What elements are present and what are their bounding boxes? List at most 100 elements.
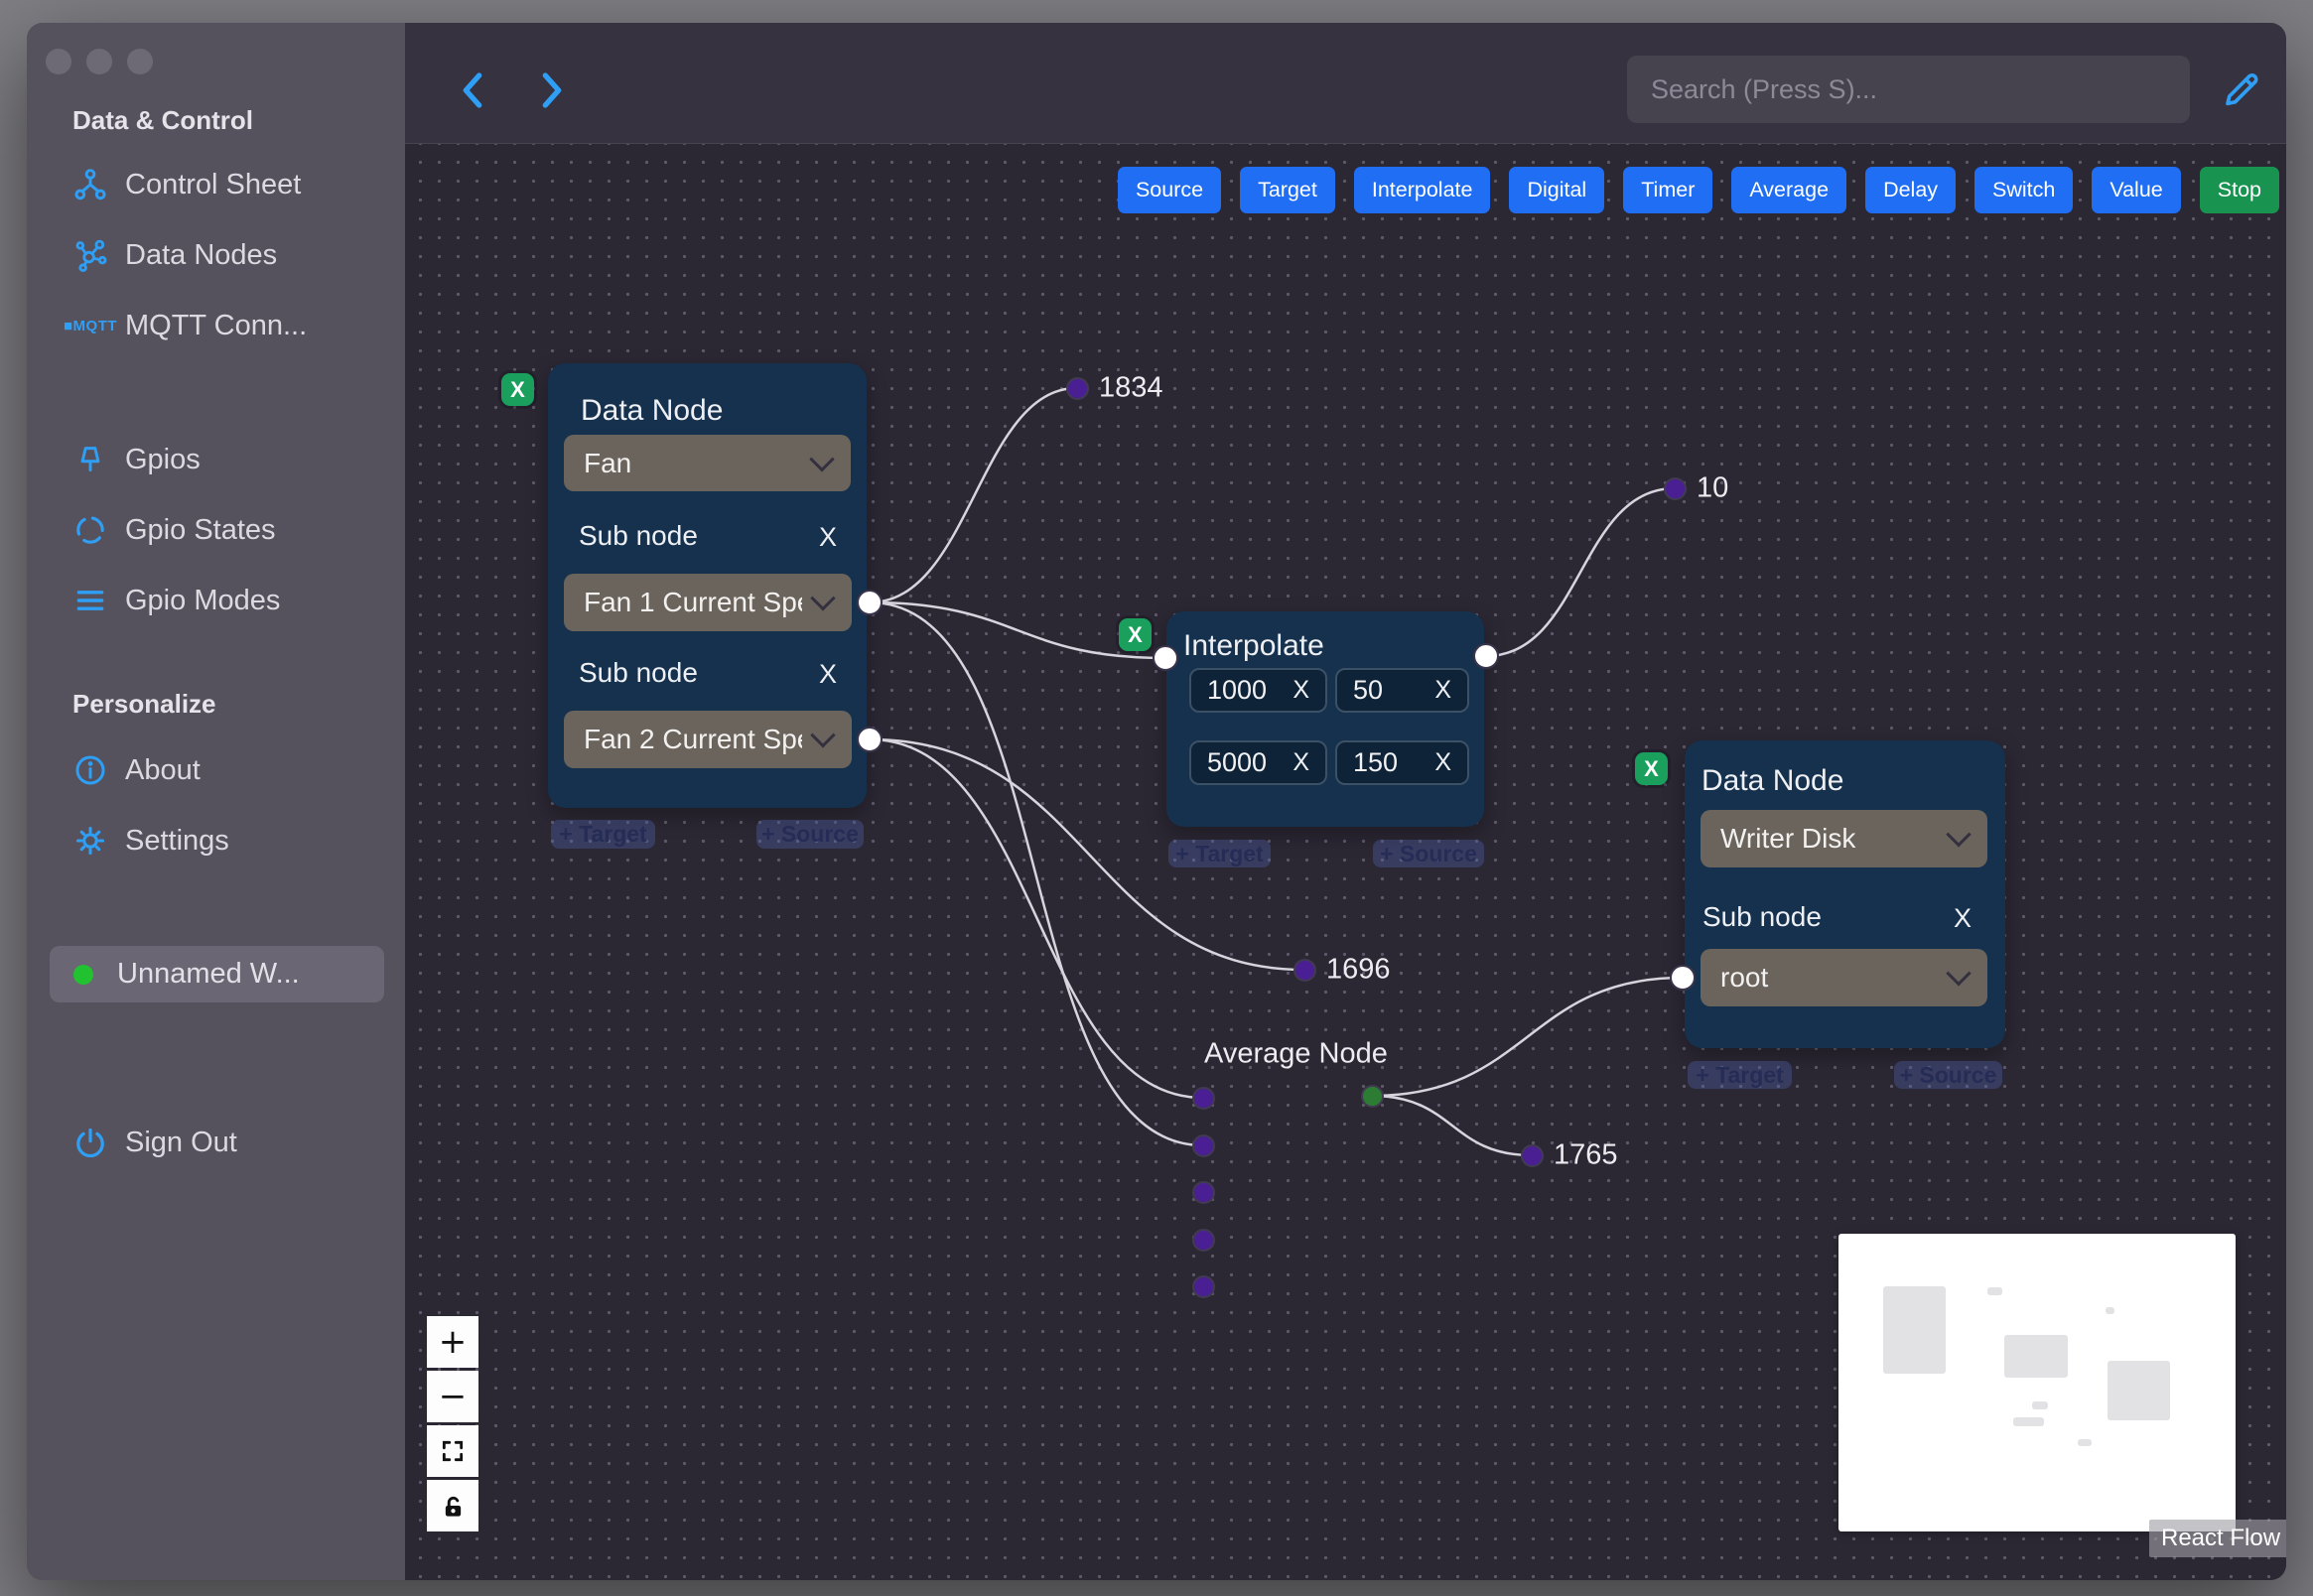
average-target-handle-1[interactable] (1192, 1087, 1215, 1110)
edit-button[interactable] (2218, 66, 2265, 113)
add-target-button[interactable]: + Target (1688, 1061, 1792, 1089)
interpolate-target-handle[interactable] (1153, 645, 1178, 671)
add-target-button[interactable]: + Target (551, 820, 655, 849)
average-target-handle-3[interactable] (1192, 1181, 1215, 1204)
clear-value-button[interactable]: X (1283, 676, 1309, 705)
power-icon (72, 1125, 108, 1160)
search-input[interactable] (1627, 56, 2190, 123)
react-flow-attribution[interactable]: React Flow (2149, 1520, 2286, 1557)
zoom-out-button[interactable]: − (427, 1371, 478, 1422)
flow-canvas[interactable]: Source Target Interpolate Digital Timer … (405, 143, 2286, 1580)
nav-forward-button[interactable] (530, 68, 574, 112)
add-source-button[interactable]: + Source (756, 820, 864, 849)
sub-node-label: Sub node (579, 657, 698, 688)
toolbar-button-stop[interactable]: Stop (2199, 167, 2279, 213)
edge-average-1765[interactable] (1371, 1094, 1533, 1157)
interpolate-input-1[interactable]: 50 X (1335, 668, 1469, 713)
edge-average-root[interactable] (1371, 976, 1684, 1098)
lock-button[interactable] (427, 1480, 478, 1531)
sidebar-item-control-sheet[interactable]: Control Sheet (27, 161, 405, 208)
fan-sub1-dropdown[interactable]: Fan 1 Current Spe (564, 574, 852, 631)
value-label: 1765 (1554, 1138, 1618, 1171)
node-interpolate[interactable]: Interpolate 1000 X 50 X 5000 X 150 X (1166, 611, 1484, 827)
fan-sub2-dropdown[interactable]: Fan 2 Current Spe (564, 711, 852, 768)
average-target-handle-2[interactable] (1192, 1134, 1215, 1157)
delete-node-button[interactable]: X (1119, 618, 1152, 651)
edge-fan1-average[interactable] (869, 600, 1204, 1147)
add-target-button[interactable]: + Target (1168, 840, 1271, 867)
interpolate-input-0[interactable]: 1000 X (1189, 668, 1327, 713)
value-label: 1696 (1326, 953, 1391, 986)
node-data-fan[interactable]: Data Node Fan Sub node X Fan 1 Current S… (548, 363, 867, 808)
average-source-handle[interactable] (1361, 1085, 1384, 1108)
add-source-button[interactable]: + Source (1373, 840, 1484, 867)
zoom-in-button[interactable]: + (427, 1316, 478, 1368)
interpolate-input-3[interactable]: 150 X (1335, 740, 1469, 785)
chevron-down-icon (810, 586, 836, 611)
fit-view-button[interactable] (427, 1425, 478, 1477)
toolbar-button-switch[interactable]: Switch (1974, 167, 2074, 213)
sidebar: Data & Control Control Sheet Data Nodes (27, 23, 405, 1580)
value-handle-1696[interactable] (1293, 959, 1316, 982)
sidebar-item-sign-out[interactable]: Sign Out (27, 1119, 405, 1166)
remove-sub-node-button[interactable]: X (819, 522, 837, 553)
minimap-node-rect (1987, 1287, 2002, 1295)
nav-back-button[interactable] (451, 68, 494, 112)
value-handle-1834[interactable] (1066, 377, 1089, 400)
lines-icon (72, 583, 108, 618)
toolbar-button-timer[interactable]: Timer (1623, 167, 1713, 213)
sidebar-item-workflow[interactable]: Unnamed W... (50, 946, 384, 1002)
fan-source-handle-1[interactable] (857, 590, 883, 615)
fan-source-handle-2[interactable] (857, 727, 883, 752)
delete-node-button[interactable]: X (501, 373, 534, 406)
clear-value-button[interactable]: X (1425, 748, 1451, 777)
window-minimize-button[interactable] (86, 49, 112, 74)
add-source-button[interactable]: + Source (1894, 1061, 2002, 1089)
interpolate-source-handle[interactable] (1473, 643, 1499, 669)
toolbar-button-value[interactable]: Value (2092, 167, 2181, 213)
window-zoom-button[interactable] (127, 49, 153, 74)
remove-sub-node-button[interactable]: X (819, 659, 837, 690)
node-title: Data Node (1701, 764, 1844, 797)
sidebar-item-gpios[interactable]: Gpios (27, 436, 405, 483)
toolbar-button-average[interactable]: Average (1731, 167, 1847, 213)
toolbar-button-target[interactable]: Target (1240, 167, 1335, 213)
value-handle-1765[interactable] (1521, 1144, 1544, 1167)
sidebar-item-mqtt[interactable]: ■MQTT MQTT Conn... (27, 302, 405, 349)
clear-value-button[interactable]: X (1283, 748, 1309, 777)
toolbar-button-source[interactable]: Source (1117, 167, 1222, 213)
node-data-writer[interactable]: Data Node Writer Disk Sub node X root (1685, 740, 2005, 1048)
minimap-node-rect (2032, 1401, 2048, 1409)
minimap-node-rect (2108, 1361, 2170, 1420)
sidebar-item-data-nodes[interactable]: Data Nodes (27, 231, 405, 279)
sub-node-label: Sub node (1702, 901, 1822, 932)
edge-fan1-1834[interactable] (869, 386, 1078, 604)
fan-type-dropdown[interactable]: Fan (564, 435, 851, 491)
remove-sub-node-button[interactable]: X (1954, 903, 1972, 934)
minimap[interactable] (1838, 1234, 2236, 1531)
writer-target-handle[interactable] (1670, 965, 1696, 991)
chevron-left-icon (463, 72, 482, 108)
window-close-button[interactable] (46, 49, 71, 74)
average-target-handle-5[interactable] (1192, 1275, 1215, 1298)
writer-sub-dropdown[interactable]: root (1701, 949, 1987, 1006)
sidebar-item-gpio-modes[interactable]: Gpio Modes (27, 577, 405, 624)
writer-type-dropdown[interactable]: Writer Disk (1701, 810, 1987, 867)
minimap-node-rect (2106, 1307, 2114, 1314)
edge-fan2-average[interactable] (869, 737, 1204, 1100)
interpolate-input-2[interactable]: 5000 X (1189, 740, 1327, 785)
clear-value-button[interactable]: X (1425, 676, 1451, 705)
dashed-circle-icon (72, 512, 108, 548)
control-sheet-icon (72, 167, 108, 202)
delete-node-button[interactable]: X (1635, 752, 1668, 785)
value-handle-10[interactable] (1664, 477, 1687, 500)
sidebar-item-gpio-states[interactable]: Gpio States (27, 506, 405, 554)
edge-interpolate-10[interactable] (1485, 486, 1676, 658)
toolbar-button-digital[interactable]: Digital (1509, 167, 1605, 213)
sidebar-item-settings[interactable]: Settings (27, 817, 405, 864)
workflow-status-dot (73, 964, 93, 985)
toolbar-button-interpolate[interactable]: Interpolate (1353, 167, 1491, 213)
toolbar-button-delay[interactable]: Delay (1865, 167, 1957, 213)
sidebar-item-about[interactable]: About (27, 746, 405, 794)
average-target-handle-4[interactable] (1192, 1229, 1215, 1252)
